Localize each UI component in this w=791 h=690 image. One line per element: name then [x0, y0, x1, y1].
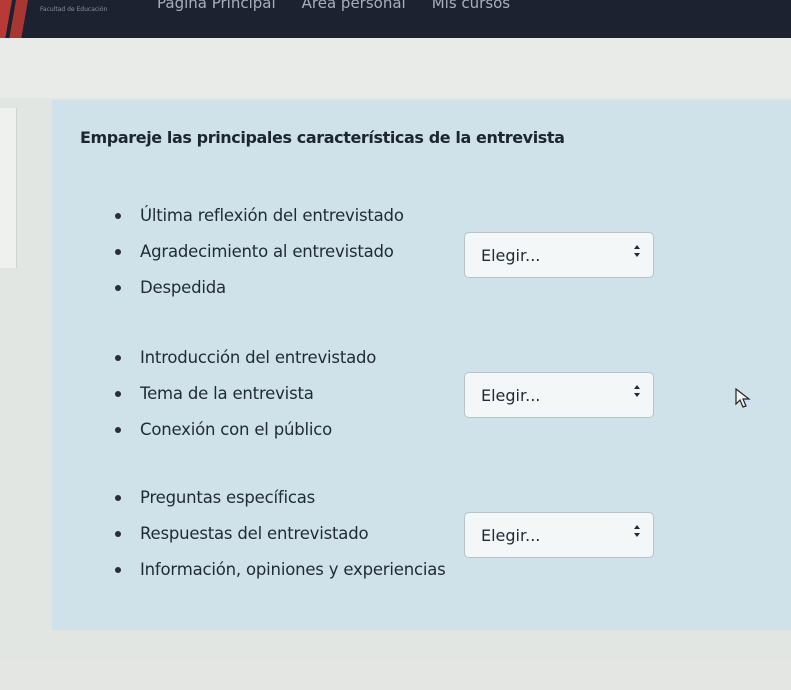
page-header-band [0, 38, 791, 98]
match-group-3: Preguntas específicas Respuestas del ent… [112, 480, 732, 588]
match-group-1: Última reflexión del entrevistado Agrade… [112, 198, 732, 306]
list-item: Introducción del entrevistado [112, 340, 732, 376]
list-item: Preguntas específicas [112, 480, 732, 516]
answer-select-2[interactable]: Elegir... [464, 372, 654, 418]
nav-link-home[interactable]: Página Principal [157, 0, 276, 12]
select-value: Elegir... [481, 386, 541, 405]
question-prompt: Empareje las principales características… [80, 128, 565, 147]
nav-links: Página Principal Área personal Mis curso… [157, 0, 510, 12]
question-info-panel [0, 108, 17, 268]
answer-select-3[interactable]: Elegir... [464, 512, 654, 558]
select-value: Elegir... [481, 246, 541, 265]
match-group-2: Introducción del entrevistado Tema de la… [112, 340, 732, 448]
mouse-pointer-icon [735, 387, 751, 412]
select-value: Elegir... [481, 526, 541, 545]
updown-arrow-icon [633, 243, 641, 265]
question-panel: Empareje las principales características… [52, 100, 791, 630]
list-item: Última reflexión del entrevistado [112, 198, 732, 234]
nav-link-personal-area[interactable]: Área personal [302, 0, 406, 12]
page-footer-band [0, 660, 791, 690]
answer-select-1[interactable]: Elegir... [464, 232, 654, 278]
updown-arrow-icon [633, 383, 641, 405]
logo-text: Facultad de Educación [40, 6, 108, 13]
top-navbar: Facultad de Educación Página Principal Á… [0, 0, 791, 38]
nav-link-my-courses[interactable]: Mis cursos [432, 0, 510, 12]
updown-arrow-icon [633, 523, 641, 545]
